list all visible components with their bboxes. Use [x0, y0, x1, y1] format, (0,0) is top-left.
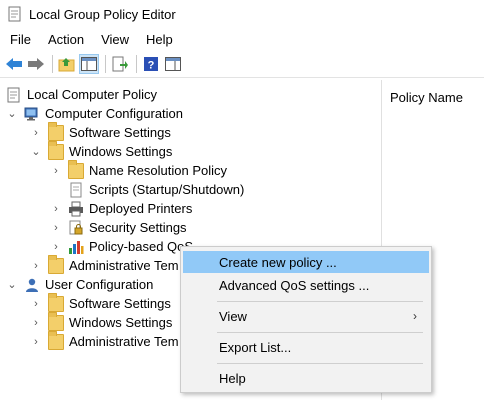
menu-item-help[interactable]: Help	[183, 367, 429, 389]
tree-item-label: Software Settings	[69, 125, 171, 140]
up-folder-icon[interactable]	[57, 54, 77, 74]
menu-separator	[217, 301, 423, 302]
window-title: Local Group Policy Editor	[29, 6, 176, 22]
chevron-right-icon[interactable]: ›	[30, 336, 42, 348]
menu-item-label: View	[219, 308, 247, 324]
chevron-right-icon[interactable]: ›	[50, 165, 62, 177]
tree-item-label: Computer Configuration	[45, 106, 184, 121]
security-icon	[68, 220, 84, 236]
context-menu: Create new policy ... Advanced QoS setti…	[180, 246, 432, 393]
tree-item-user-windows-settings[interactable]: › Windows Settings	[30, 311, 173, 332]
tree-item-security-settings[interactable]: › Security Settings	[50, 218, 187, 237]
menu-file[interactable]: File	[3, 32, 38, 47]
chevron-down-icon[interactable]: ⌄	[30, 146, 42, 158]
chevron-right-icon[interactable]: ›	[50, 203, 62, 215]
tree-item-name-resolution-policy[interactable]: › Name Resolution Policy	[50, 159, 228, 180]
folder-icon	[68, 159, 84, 179]
toolbar-separator	[136, 54, 137, 73]
menu-item-label: Create new policy ...	[219, 254, 337, 270]
menu-item-label: Advanced QoS settings ...	[219, 277, 370, 293]
tree-item-user-software-settings[interactable]: › Software Settings	[30, 292, 171, 313]
toolbar-separator	[105, 54, 106, 73]
svg-text:?: ?	[148, 59, 155, 71]
tree-item-user-administrative-templates[interactable]: › Administrative Tem	[30, 330, 179, 351]
chevron-right-icon[interactable]: ›	[50, 241, 62, 253]
submenu-arrow-icon: ›	[413, 309, 417, 323]
menu-item-label: Export List...	[219, 339, 292, 355]
tree-item-computer-configuration[interactable]: ⌄ Computer Configuration	[6, 104, 183, 123]
folder-open-icon	[48, 140, 64, 160]
folder-icon	[48, 311, 64, 331]
policy-editor-icon	[7, 6, 23, 22]
tree-item-label: Scripts (Startup/Shutdown)	[89, 182, 245, 197]
printer-icon	[68, 201, 84, 217]
tree-item-label: Administrative Tem	[69, 334, 179, 349]
menu-item-label: Help	[219, 370, 246, 386]
chevron-down-icon[interactable]: ⌄	[6, 108, 18, 120]
policy-document-icon	[6, 87, 22, 103]
folder-icon	[48, 330, 64, 350]
menu-separator	[217, 363, 423, 364]
menu-separator	[217, 332, 423, 333]
show-hide-action-pane-icon[interactable]	[163, 54, 183, 74]
title-bar: Local Group Policy Editor	[0, 0, 484, 28]
chevron-right-icon[interactable]: ›	[30, 298, 42, 310]
menu-item-create-new-policy[interactable]: Create new policy ...	[183, 251, 429, 273]
menu-bar: File Action View Help	[0, 28, 484, 50]
chevron-right-icon[interactable]: ›	[30, 127, 42, 139]
computer-icon	[24, 106, 40, 122]
bar-chart-icon	[68, 239, 84, 255]
toolbar: ?	[0, 50, 484, 78]
tree-item-label: Name Resolution Policy	[89, 163, 228, 178]
tree-item-label: Windows Settings	[69, 144, 173, 159]
tree-item-label: Policy-based QoS	[89, 239, 194, 254]
tree-item-local-computer-policy[interactable]: Local Computer Policy	[6, 85, 157, 104]
folder-icon	[48, 292, 64, 312]
tree-item-policy-based-qos[interactable]: › Policy-based QoS	[50, 237, 193, 256]
chevron-right-icon[interactable]: ›	[50, 222, 62, 234]
tree-item-user-configuration[interactable]: ⌄ User Configuration	[6, 275, 153, 294]
tree-item-label: Administrative Tem	[69, 258, 179, 273]
tree-item-label: Software Settings	[69, 296, 171, 311]
tree-item-administrative-templates[interactable]: › Administrative Tem	[30, 254, 179, 275]
menu-action[interactable]: Action	[41, 32, 91, 47]
export-list-icon[interactable]	[110, 54, 130, 74]
show-hide-tree-icon[interactable]	[79, 53, 99, 74]
forward-arrow-icon[interactable]	[26, 54, 46, 74]
menu-item-advanced-qos-settings[interactable]: Advanced QoS settings ...	[183, 274, 429, 296]
tree-item-label: User Configuration	[45, 277, 154, 292]
column-header-policy-name[interactable]: Policy Name	[390, 90, 463, 105]
tree-item-label: Windows Settings	[69, 315, 173, 330]
help-icon[interactable]: ?	[141, 54, 161, 74]
chevron-down-icon[interactable]: ⌄	[6, 279, 18, 291]
tree-item-label: Deployed Printers	[89, 201, 193, 216]
user-icon	[24, 277, 40, 293]
toolbar-separator	[52, 54, 53, 73]
tree-item-scripts[interactable]: Scripts (Startup/Shutdown)	[50, 180, 244, 199]
menu-help[interactable]: Help	[139, 32, 180, 47]
tree-item-windows-settings[interactable]: ⌄ Windows Settings	[30, 140, 173, 161]
tree-item-label: Security Settings	[89, 220, 187, 235]
menu-item-export-list[interactable]: Export List...	[183, 336, 429, 358]
chevron-right-icon[interactable]: ›	[30, 317, 42, 329]
chevron-right-icon[interactable]: ›	[30, 260, 42, 272]
tree-item-deployed-printers[interactable]: › Deployed Printers	[50, 199, 192, 218]
tree-item-label: Local Computer Policy	[27, 87, 158, 102]
folder-icon	[48, 121, 64, 141]
menu-view[interactable]: View	[94, 32, 136, 47]
folder-icon	[48, 254, 64, 274]
script-document-icon	[68, 182, 84, 198]
tree-item-software-settings[interactable]: › Software Settings	[30, 121, 171, 142]
menu-item-view[interactable]: View ›	[183, 305, 429, 327]
back-arrow-icon[interactable]	[4, 54, 24, 74]
